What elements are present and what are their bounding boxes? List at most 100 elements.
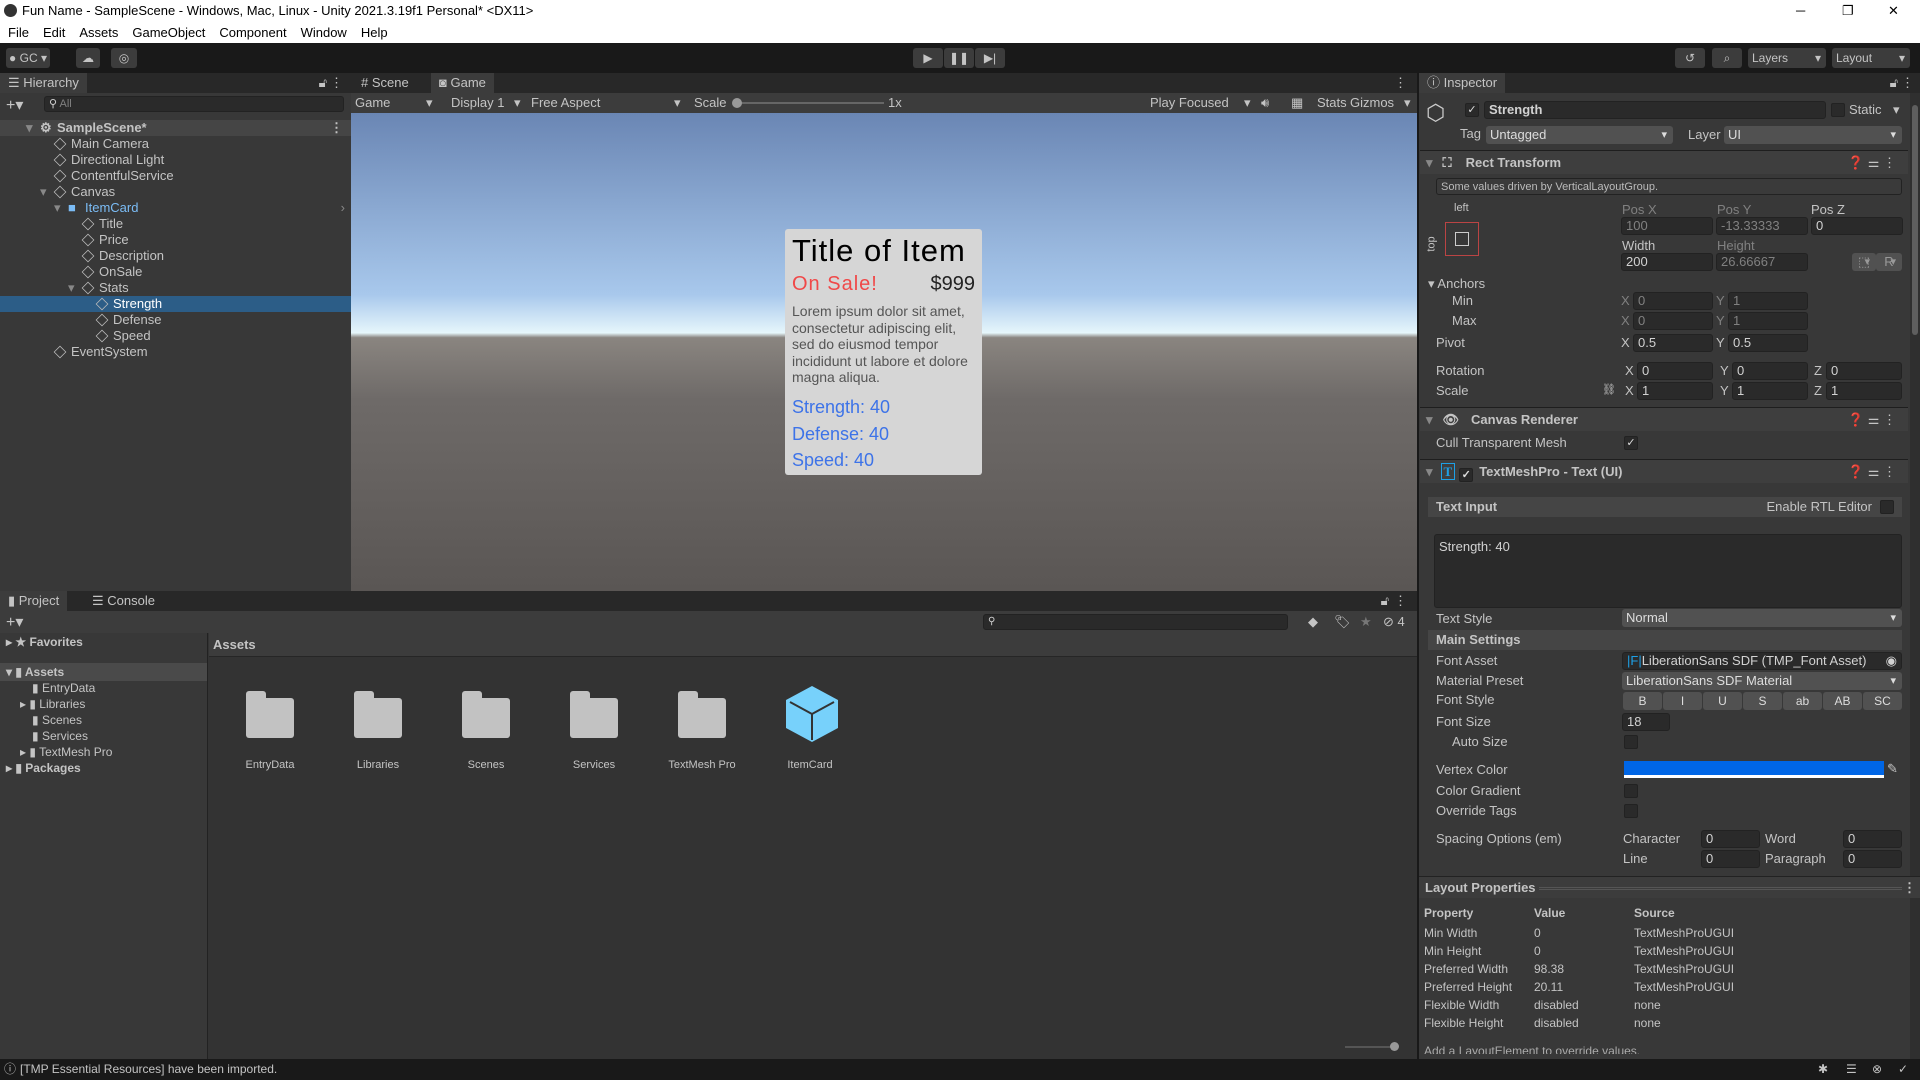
hidden-packages-icon[interactable]: ⊘ 4: [1383, 614, 1405, 630]
font-style-s-button[interactable]: S: [1743, 692, 1782, 710]
hierarchy-item[interactable]: ▾ Stats: [0, 280, 351, 296]
hierarchy-item[interactable]: Title: [0, 216, 351, 232]
pause-button[interactable]: ❚❚: [944, 48, 974, 68]
hierarchy-item[interactable]: Main Camera: [0, 136, 351, 152]
material-dropdown[interactable]: LiberationSans SDF Material: [1622, 672, 1902, 690]
network-icon[interactable]: ⊗: [1872, 1059, 1882, 1080]
tree-packages[interactable]: ▸ ▮ Packages: [6, 759, 81, 777]
lock-icon[interactable]: 🔓︎: [1890, 75, 1898, 91]
expand-arrow-icon[interactable]: ▾: [26, 120, 33, 136]
scale-x-field[interactable]: 1: [1637, 382, 1713, 400]
hierarchy-item[interactable]: ▾ Canvas: [0, 184, 351, 200]
hierarchy-search-input[interactable]: ⚲ All: [44, 96, 344, 112]
tab-scene[interactable]: # Scene: [353, 73, 417, 93]
close-button[interactable]: ✕: [1888, 0, 1899, 22]
scale-slider-handle[interactable]: [732, 98, 742, 108]
anchor-preset-button[interactable]: [1445, 222, 1479, 256]
gizmos-dropdown[interactable]: Gizmos: [1350, 93, 1394, 113]
tab-game[interactable]: ◙ Game: [431, 73, 494, 93]
play-button[interactable]: ▶: [913, 48, 943, 68]
menu-window[interactable]: Window: [301, 25, 347, 40]
cloud-icon[interactable]: ☁: [76, 48, 100, 68]
hierarchy-item[interactable]: Defense: [0, 312, 351, 328]
layout-properties-header[interactable]: Layout Properties ⋮: [1419, 876, 1920, 898]
rotation-z-field[interactable]: 0: [1826, 362, 1902, 380]
line-spacing-field[interactable]: 0: [1701, 850, 1760, 868]
icon-size-slider-handle[interactable]: [1390, 1042, 1399, 1051]
more-icon[interactable]: ⋮: [1394, 593, 1407, 609]
status-message[interactable]: [TMP Essential Resources] have been impo…: [20, 1059, 277, 1080]
create-button[interactable]: +▾: [6, 612, 23, 632]
menu-assets[interactable]: Assets: [79, 25, 118, 40]
tree-favorites[interactable]: ▸ ★ Favorites: [6, 633, 83, 651]
font-style-u-button[interactable]: U: [1703, 692, 1742, 710]
menu-help[interactable]: Help: [361, 25, 388, 40]
collab-icon[interactable]: ◎: [111, 48, 137, 68]
width-field[interactable]: 200: [1621, 253, 1713, 271]
layer-dropdown[interactable]: UI: [1724, 126, 1902, 144]
menu-edit[interactable]: Edit: [43, 25, 65, 40]
tab-console[interactable]: ☰ Console: [84, 591, 163, 611]
account-dropdown[interactable]: ● GC ▾: [6, 48, 50, 68]
cull-checkbox[interactable]: ✓: [1624, 436, 1638, 450]
asset-item[interactable]: Services: [544, 686, 644, 776]
raw-edit-button[interactable]: R: [1876, 253, 1902, 271]
hierarchy-item[interactable]: EventSystem: [0, 344, 351, 360]
step-button[interactable]: ▶|: [975, 48, 1005, 68]
display-dropdown[interactable]: Display 1: [451, 93, 504, 113]
icon-size-slider[interactable]: [1345, 1046, 1395, 1048]
layers-dropdown[interactable]: Layers ▾: [1748, 48, 1826, 68]
anchor-max-y-field[interactable]: 1: [1728, 312, 1808, 330]
layout-dropdown[interactable]: Layout ▾: [1832, 48, 1910, 68]
tmp-header[interactable]: ▾ T ✓ TextMeshPro - Text (UI) ❓ ⚌ ⋮: [1420, 459, 1908, 483]
hierarchy-item[interactable]: OnSale: [0, 264, 351, 280]
project-search-input[interactable]: ⚲: [983, 614, 1288, 630]
pivot-x-field[interactable]: 0.5: [1633, 334, 1713, 352]
lock-icon[interactable]: 🔓︎: [319, 75, 327, 91]
game-viewport[interactable]: Title of Item On Sale! $999 Lorem ipsum …: [351, 113, 1417, 591]
asset-item[interactable]: EntryData: [220, 686, 320, 776]
hierarchy-item[interactable]: ContentfulService: [0, 168, 351, 184]
tag-dropdown[interactable]: Untagged: [1486, 126, 1673, 144]
eyedropper-icon[interactable]: ✎: [1887, 761, 1898, 777]
game-mode-dropdown[interactable]: Game: [355, 93, 390, 113]
minimize-button[interactable]: ─: [1796, 0, 1805, 22]
scale-z-field[interactable]: 1: [1826, 382, 1902, 400]
hierarchy-item[interactable]: ▾ ■ ItemCard ›: [0, 200, 351, 216]
posz-field[interactable]: 0: [1811, 217, 1903, 235]
anchors-foldout[interactable]: ▾ Anchors: [1428, 275, 1485, 293]
undo-history-icon[interactable]: ↺: [1675, 48, 1705, 68]
stats-button[interactable]: Stats: [1317, 93, 1347, 113]
maximize-button[interactable]: ❐: [1842, 0, 1854, 22]
text-style-dropdown[interactable]: Normal: [1622, 609, 1902, 627]
blueprint-mode-button[interactable]: ⬚: [1852, 253, 1876, 271]
height-field[interactable]: 26.66667: [1716, 253, 1808, 271]
font-size-field[interactable]: 18: [1622, 713, 1670, 731]
asset-item[interactable]: TextMesh Pro: [652, 686, 752, 776]
expand-arrow-icon[interactable]: ▾: [68, 280, 75, 296]
grid-icon[interactable]: ▦: [1291, 93, 1303, 113]
more-icon[interactable]: ⋮: [1394, 75, 1407, 91]
rotation-x-field[interactable]: 0: [1637, 362, 1713, 380]
expand-arrow-icon[interactable]: ▾: [40, 184, 47, 200]
scale-slider[interactable]: [736, 102, 884, 104]
font-style-ab-button[interactable]: AB: [1823, 692, 1862, 710]
word-spacing-field[interactable]: 0: [1843, 830, 1902, 848]
rotation-y-field[interactable]: 0: [1732, 362, 1808, 380]
hierarchy-item[interactable]: ▾ ⚙ SampleScene* ⋮: [0, 120, 351, 136]
more-icon[interactable]: ⋮: [1901, 75, 1914, 91]
play-focused-dropdown[interactable]: Play Focused: [1150, 93, 1229, 113]
filter-type-icon[interactable]: ◆: [1308, 614, 1318, 630]
menu-component[interactable]: Component: [219, 25, 286, 40]
pivot-y-field[interactable]: 0.5: [1728, 334, 1808, 352]
favorite-star-icon[interactable]: ★: [1360, 614, 1372, 630]
font-style-b-button[interactable]: B: [1623, 692, 1662, 710]
cache-server-icon[interactable]: ☰: [1846, 1059, 1857, 1080]
font-style-ab-button[interactable]: ab: [1783, 692, 1822, 710]
font-style-i-button[interactable]: I: [1663, 692, 1702, 710]
auto-size-checkbox[interactable]: [1624, 735, 1638, 749]
tab-hierarchy[interactable]: ☰ Hierarchy: [0, 73, 87, 93]
hierarchy-item[interactable]: Strength: [0, 296, 351, 312]
debug-icon[interactable]: ✱: [1818, 1059, 1828, 1080]
hierarchy-item[interactable]: Directional Light: [0, 152, 351, 168]
